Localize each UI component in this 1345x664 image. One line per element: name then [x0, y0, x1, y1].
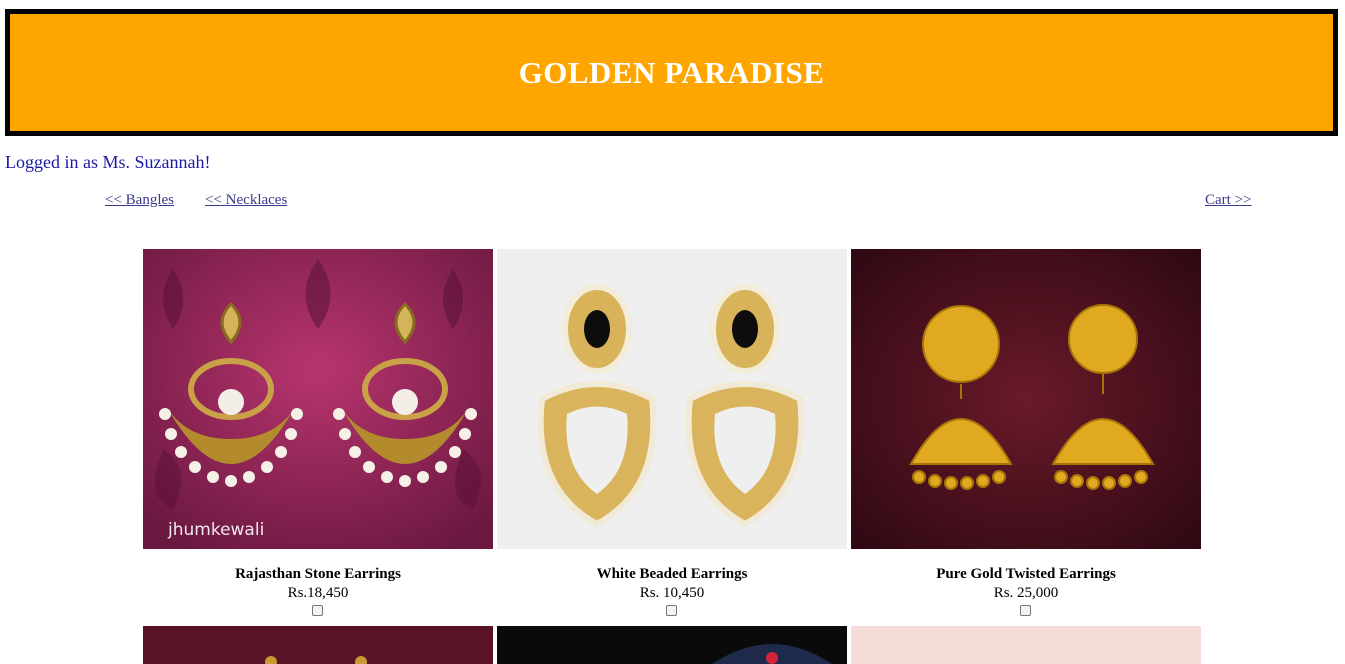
site-title: GOLDEN PARADISE [518, 54, 825, 90]
product-image-row2-1[interactable] [143, 626, 493, 664]
product-image-rajasthan-stone-earrings[interactable]: jhumkewali [143, 249, 493, 549]
product-name: Pure Gold Twisted Earrings [936, 566, 1116, 582]
product-select-checkbox[interactable] [1020, 605, 1031, 616]
product-image-watermark: jhumkewali [167, 520, 264, 540]
product-select-checkbox[interactable] [666, 605, 677, 616]
product-price: Rs.18,450 [287, 585, 349, 601]
product-image-row2-2[interactable] [497, 626, 847, 664]
nav-link-cart[interactable]: Cart >> [1205, 192, 1252, 209]
product-image-white-beaded-earrings[interactable] [497, 249, 847, 549]
product-image-pure-gold-twisted-earrings[interactable] [851, 249, 1201, 549]
nav-link-necklaces[interactable]: << Necklaces [205, 192, 287, 209]
product-price: Rs. 25,000 [993, 585, 1059, 601]
product-name: White Beaded Earrings [596, 566, 748, 582]
product-select-checkbox[interactable] [312, 605, 323, 616]
site-header-banner: GOLDEN PARADISE [5, 9, 1338, 136]
product-price: Rs. 10,450 [639, 585, 705, 601]
product-name: Rajasthan Stone Earrings [235, 566, 401, 582]
product-image-row2-3[interactable] [851, 626, 1201, 664]
nav-link-bangles[interactable]: << Bangles [105, 192, 174, 209]
login-status: Logged in as Ms. Suzannah! [5, 152, 211, 172]
